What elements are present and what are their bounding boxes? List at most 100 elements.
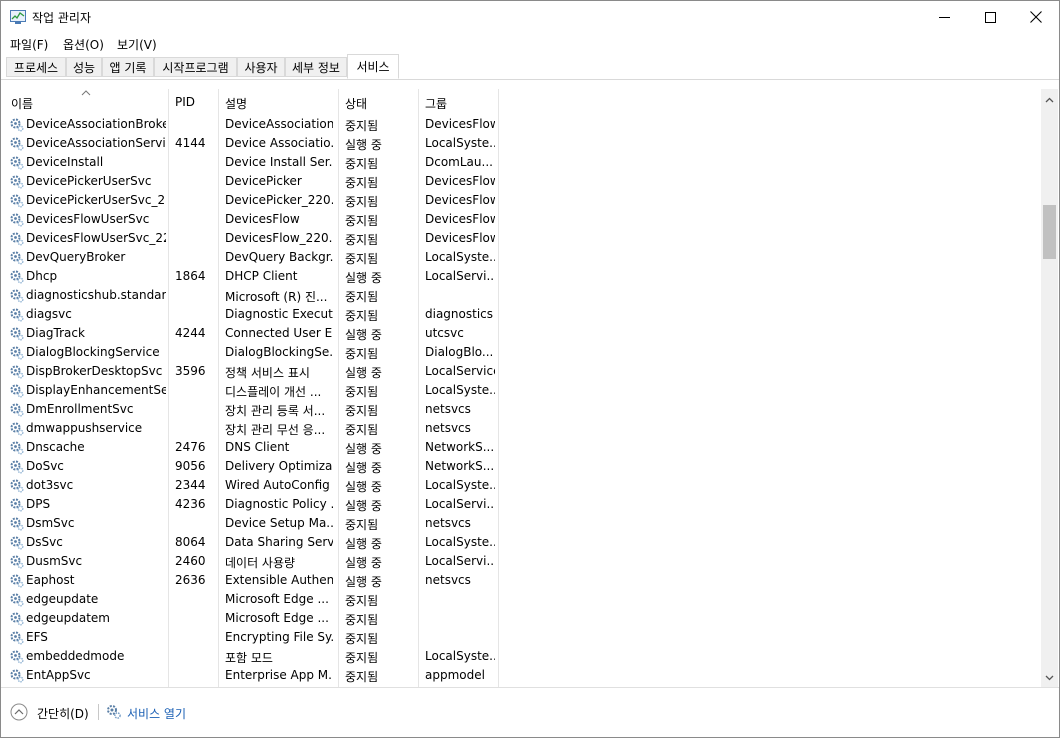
cell-status: 중지됨	[345, 347, 379, 361]
scrollbar-thumb[interactable]	[1043, 205, 1056, 259]
table-row[interactable]: DusmSvc 2460 데이터 사용량 실행 중 LocalServi...	[1, 552, 1041, 571]
maximize-icon	[984, 11, 996, 23]
service-gear-icon	[10, 156, 24, 170]
table-row[interactable]: DsmSvc Device Setup Ma... 중지됨 netsvcs	[1, 514, 1041, 533]
cell-name: DeviceInstall	[26, 155, 104, 169]
cell-status: 중지됨	[345, 404, 379, 418]
cell-pid: 8064	[175, 535, 206, 549]
close-button[interactable]	[1013, 1, 1059, 33]
cell-status: 중지됨	[345, 651, 379, 665]
cell-group: NetworkS...	[425, 459, 495, 473]
table-row[interactable]: DeviceAssociationService 4144 Device Assoc…	[1, 134, 1041, 153]
column-header-status[interactable]: 상태	[345, 95, 367, 112]
table-row[interactable]: DeviceInstall Device Install Ser... 중지됨 Dco…	[1, 153, 1041, 172]
service-gear-icon	[10, 479, 24, 493]
scroll-up-button[interactable]	[1041, 93, 1058, 107]
menu-view[interactable]: 보기(V)	[117, 36, 157, 53]
cell-name: DPS	[26, 497, 51, 511]
menu-file[interactable]: 파일(F)	[10, 36, 48, 53]
table-row[interactable]: DevicesFlowUserSvc_22... DevicesFlow_220.…	[1, 229, 1041, 248]
table-row[interactable]: EFS Encrypting File Sy... 중지됨	[1, 628, 1041, 647]
menu-options[interactable]: 옵션(O)	[63, 36, 104, 53]
scroll-down-button[interactable]	[1041, 671, 1058, 685]
tab-services[interactable]: 서비스	[347, 54, 399, 79]
cell-desc: Diagnostic Execut...	[225, 307, 333, 321]
table-row[interactable]: DevicesFlowUserSvc DevicesFlow 중지됨 DevicesF…	[1, 210, 1041, 229]
table-row[interactable]: DevQueryBroker DevQuery Backgr... 중지됨 Local…	[1, 248, 1041, 267]
tab-app-history[interactable]: 앱 기록	[102, 57, 154, 77]
cell-desc: DevicePicker	[225, 174, 302, 188]
cell-group: DevicesFlow	[425, 174, 495, 188]
tab-processes[interactable]: 프로세스	[6, 57, 66, 77]
status-bar: 간단히(D) 서비스 열기	[1, 687, 1059, 737]
table-row[interactable]: Dnscache 2476 DNS Client 실행 중 NetworkS...	[1, 438, 1041, 457]
cell-name: dmwappushservice	[26, 421, 143, 435]
cell-status: 실행 중	[345, 537, 382, 551]
cell-status: 실행 중	[345, 556, 382, 570]
table-row[interactable]: edgeupdatem Microsoft Edge ... 중지됨	[1, 609, 1041, 628]
cell-group: LocalSyste...	[425, 383, 495, 397]
chevron-down-icon	[1045, 675, 1054, 681]
cell-name: Eaphost	[26, 573, 75, 587]
column-header-description[interactable]: 설명	[225, 95, 247, 112]
table-row[interactable]: DiagTrack 4244 Connected User E... 실행 중 utcs…	[1, 324, 1041, 343]
cell-status: 실행 중	[345, 499, 382, 513]
table-row[interactable]: EntAppSvc Enterprise App M... 중지됨 appmodel	[1, 666, 1041, 685]
minimize-button[interactable]	[921, 1, 967, 33]
service-gear-icon	[10, 232, 24, 246]
cell-desc: Delivery Optimiza...	[225, 459, 333, 473]
sort-ascending-icon	[81, 90, 91, 96]
collapse-chevron-icon[interactable]	[10, 703, 28, 721]
cell-status: 중지됨	[345, 518, 379, 532]
column-header-name[interactable]: 이름	[11, 95, 33, 112]
cell-desc: Wired AutoConfig	[225, 478, 330, 492]
column-header-pid[interactable]: PID	[175, 95, 195, 109]
fewer-details-button[interactable]: 간단히(D)	[37, 705, 89, 722]
tab-startup[interactable]: 시작프로그램	[154, 57, 237, 77]
tab-performance[interactable]: 성능	[66, 57, 102, 77]
column-header-group[interactable]: 그룹	[425, 95, 447, 112]
cell-name: DmEnrollmentSvc	[26, 402, 134, 416]
table-row[interactable]: DevicePickerUserSvc_22... DevicePicker_22…	[1, 191, 1041, 210]
table-row[interactable]: Dhcp 1864 DHCP Client 실행 중 LocalServi...	[1, 267, 1041, 286]
cell-status: 실행 중	[345, 328, 382, 342]
table-row[interactable]: diagsvc Diagnostic Execut... 중지됨 diagnostic…	[1, 305, 1041, 324]
table-row[interactable]: edgeupdate Microsoft Edge ... 중지됨	[1, 590, 1041, 609]
open-services-link[interactable]: 서비스 열기	[127, 705, 186, 722]
table-row[interactable]: DispBrokerDesktopSvc 3596 정책 서비스 표시 실행 중 Loc…	[1, 362, 1041, 381]
cell-group: LocalServi...	[425, 554, 495, 568]
cell-group: LocalSyste...	[425, 478, 495, 492]
cell-name: DusmSvc	[26, 554, 83, 568]
table-row[interactable]: embeddedmode 포함 모드 중지됨 LocalSyste...	[1, 647, 1041, 666]
table-row[interactable]: DisplayEnhancementSer... 디스플레이 개선 ... 중지됨 L…	[1, 381, 1041, 400]
table-row[interactable]: DialogBlockingService DialogBlockingSe...…	[1, 343, 1041, 362]
cell-status: 중지됨	[345, 252, 379, 266]
service-gear-icon	[10, 365, 24, 379]
close-icon	[1030, 11, 1042, 23]
table-row[interactable]: DoSvc 9056 Delivery Optimiza... 실행 중 Network…	[1, 457, 1041, 476]
service-gear-icon	[10, 384, 24, 398]
vertical-scrollbar[interactable]	[1041, 89, 1058, 687]
table-row[interactable]: DmEnrollmentSvc 장치 관리 등록 서... 중지됨 netsvcs	[1, 400, 1041, 419]
cell-group: DcomLau...	[425, 155, 493, 169]
cell-status: 중지됨	[345, 195, 379, 209]
maximize-button[interactable]	[967, 1, 1013, 33]
table-row[interactable]: dot3svc 2344 Wired AutoConfig 실행 중 LocalSyst…	[1, 476, 1041, 495]
cell-desc: 포함 모드	[225, 651, 273, 665]
table-row[interactable]: diagnosticshub.standard... Microsoft (R) …	[1, 286, 1041, 305]
tab-users[interactable]: 사용자	[237, 57, 285, 77]
tab-details[interactable]: 세부 정보	[285, 57, 347, 77]
cell-name: edgeupdatem	[26, 611, 110, 625]
table-row[interactable]: dmwappushservice 장치 관리 무선 응... 중지됨 netsvcs	[1, 419, 1041, 438]
table-row[interactable]: Eaphost 2636 Extensible Authen... 실행 중 netsv…	[1, 571, 1041, 590]
table-row[interactable]: DeviceAssociationBroke... DeviceAssociati…	[1, 115, 1041, 134]
table-row[interactable]: DPS 4236 Diagnostic Policy ... 실행 중 LocalSer…	[1, 495, 1041, 514]
cell-name: Dhcp	[26, 269, 58, 283]
table-row[interactable]: DevicePickerUserSvc DevicePicker 중지됨 Device…	[1, 172, 1041, 191]
table-row[interactable]: DsSvc 8064 Data Sharing Serv... 실행 중 LocalSy…	[1, 533, 1041, 552]
service-gear-icon	[10, 270, 24, 284]
cell-desc: Device Setup Ma...	[225, 516, 333, 530]
cell-group: LocalSyste...	[425, 649, 495, 663]
service-gear-icon	[10, 137, 24, 151]
service-gear-icon	[10, 498, 24, 512]
